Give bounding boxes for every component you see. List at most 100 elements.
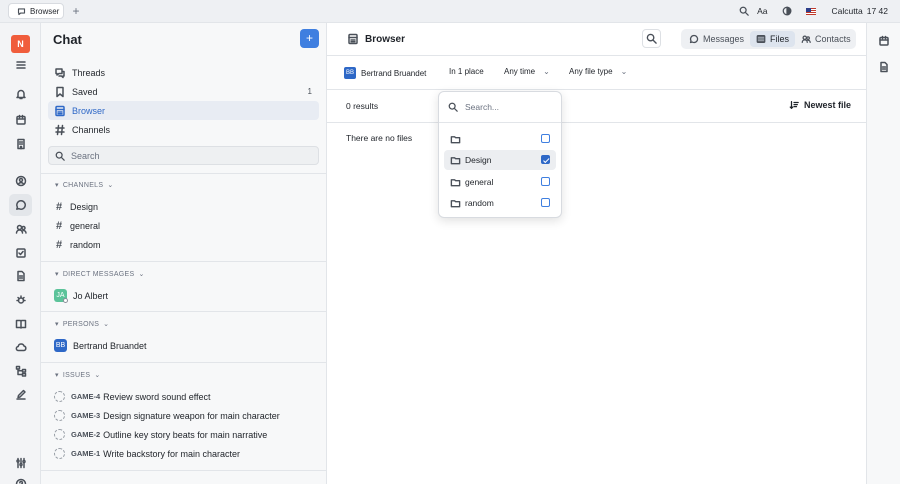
dropdown-option-general[interactable]: general xyxy=(444,172,556,192)
person-circle-icon xyxy=(15,175,26,187)
sidebar-item-issue[interactable]: GAME-1 Write backstory for main characte… xyxy=(48,444,319,463)
book-icon xyxy=(15,319,26,329)
bug-icon xyxy=(15,295,26,304)
persons-section-header[interactable]: ▾ PERSONS ⌄ xyxy=(55,318,109,330)
issue-status-icon xyxy=(54,448,65,459)
help-icon xyxy=(15,478,26,484)
time-filter[interactable]: Any time ⌄ xyxy=(504,67,550,76)
bell-icon xyxy=(15,89,26,100)
tab-messages[interactable]: Messages xyxy=(683,31,750,47)
issue-title: Write backstory for main character xyxy=(103,448,241,459)
search-button[interactable] xyxy=(642,29,661,48)
browser-icon xyxy=(55,105,65,116)
tasks-button[interactable] xyxy=(9,242,32,264)
sidebar-item-person-bertrand[interactable]: BB Bertrand Bruandet xyxy=(48,336,319,355)
document-icon xyxy=(16,270,25,282)
library-button[interactable] xyxy=(9,313,32,335)
location-label: Calcutta xyxy=(831,6,863,16)
issue-id: GAME-2 xyxy=(71,430,101,439)
sidebar-item-threads[interactable]: Threads xyxy=(48,63,319,82)
person-filter[interactable]: BB Bertrand Bruandet xyxy=(344,67,426,79)
filter-bar: BB Bertrand Bruandet In 1 place Any time… xyxy=(327,56,866,90)
language-flag-icon[interactable] xyxy=(805,7,816,15)
sidebar-item-channel-general[interactable]: # general xyxy=(48,216,319,235)
option-checkbox[interactable] xyxy=(541,198,550,207)
sort-button[interactable]: Newest file xyxy=(789,100,851,110)
hash-icon: # xyxy=(55,200,63,213)
issue-title: Outline key story beats for main narrati… xyxy=(103,429,268,440)
sidebar-item-channel-random[interactable]: # random xyxy=(48,235,319,254)
tab-label: Messages xyxy=(703,34,745,44)
channels-section-header[interactable]: ▾ CHANNELS ⌄ xyxy=(55,179,114,191)
documents-button[interactable] xyxy=(9,133,32,155)
workspace-logo[interactable]: N xyxy=(11,35,30,53)
panel-header: Browser Messages Files Contacts xyxy=(327,23,866,56)
compose-button[interactable] xyxy=(9,384,32,406)
activity-button[interactable] xyxy=(9,289,32,311)
theme-toggle-icon[interactable] xyxy=(782,6,792,16)
sidebar-item-channel-design[interactable]: # Design xyxy=(48,197,319,216)
calendar-icon[interactable] xyxy=(878,35,890,47)
chevron-down-icon: ⌄ xyxy=(138,271,145,278)
direct-messages-section-header[interactable]: ▾ DIRECT MESSAGES ⌄ xyxy=(55,268,145,280)
tab-files[interactable]: Files xyxy=(750,31,796,47)
option-checkbox[interactable] xyxy=(541,177,550,186)
sidebar-item-channels[interactable]: Channels xyxy=(48,120,319,139)
folder-icon xyxy=(450,199,461,207)
edit-icon xyxy=(15,389,26,400)
sidebar-item-issue[interactable]: GAME-3 Design signature weapon for main … xyxy=(48,406,319,425)
add-tab-button[interactable]: + xyxy=(70,4,82,18)
divider xyxy=(41,311,327,312)
dropdown-search-input[interactable]: Search... xyxy=(439,92,561,123)
settings-button[interactable] xyxy=(9,452,32,474)
help-button[interactable] xyxy=(9,473,32,484)
issues-section-header[interactable]: ▾ ISSUES ⌄ xyxy=(55,369,100,381)
files-button[interactable] xyxy=(9,265,32,287)
place-filter[interactable]: In 1 place xyxy=(449,67,484,76)
issue-id: GAME-4 xyxy=(71,392,101,401)
channels-icon xyxy=(55,124,65,135)
tab-label: Files xyxy=(770,34,790,44)
tab-browser[interactable]: Browser xyxy=(8,3,64,19)
sidebar-item-issue[interactable]: GAME-4 Review sword sound effect xyxy=(48,387,319,406)
workflow-button[interactable] xyxy=(9,360,32,382)
sidebar-item-dm-jo-albert[interactable]: JA Jo Albert xyxy=(48,286,319,305)
font-size-button[interactable]: Aa xyxy=(757,6,767,16)
option-checkbox-checked[interactable] xyxy=(541,155,550,164)
issue-id: GAME-3 xyxy=(71,411,101,420)
file-type-filter[interactable]: Any file type ⌄ xyxy=(569,67,627,76)
menu-button[interactable] xyxy=(9,54,32,76)
right-rail xyxy=(866,23,900,484)
team-button[interactable] xyxy=(9,218,32,240)
sidebar-item-browser[interactable]: Browser xyxy=(48,101,319,120)
person-label: Bertrand Bruandet xyxy=(73,340,147,351)
team-icon xyxy=(801,35,811,43)
option-checkbox[interactable] xyxy=(541,134,550,143)
tab-contacts[interactable]: Contacts xyxy=(795,31,857,47)
sidebar-item-label: Threads xyxy=(72,67,106,78)
dropdown-option-design[interactable]: Design xyxy=(444,150,556,170)
notifications-button[interactable] xyxy=(9,83,32,105)
calendar-button[interactable] xyxy=(9,109,32,131)
new-message-button[interactable]: + xyxy=(300,29,319,48)
search-icon[interactable] xyxy=(739,6,749,16)
chat-button[interactable] xyxy=(9,194,32,216)
browser-icon xyxy=(348,33,358,45)
sidebar-title: Chat xyxy=(53,32,82,47)
sidebar-item-saved[interactable]: Saved 1 xyxy=(48,82,319,101)
dropdown-option[interactable] xyxy=(444,129,556,149)
sidebar-search-input[interactable]: Search xyxy=(48,146,319,165)
document-icon[interactable] xyxy=(878,61,890,73)
sidebar-item-issue[interactable]: GAME-2 Outline key story beats for main … xyxy=(48,425,319,444)
chat-bubble-icon xyxy=(689,34,699,44)
saved-count-badge: 1 xyxy=(307,87,312,96)
avatar-initials: BB xyxy=(55,342,66,349)
bookmark-icon xyxy=(56,86,64,97)
cloud-button[interactable] xyxy=(9,336,32,358)
status-area: Aa Calcutta 17 42 xyxy=(739,4,888,18)
channel-label: random xyxy=(70,239,101,250)
contacts-button[interactable] xyxy=(9,170,32,192)
issue-status-icon xyxy=(54,391,65,402)
dropdown-option-random[interactable]: random xyxy=(444,193,556,213)
building-icon xyxy=(16,138,25,150)
